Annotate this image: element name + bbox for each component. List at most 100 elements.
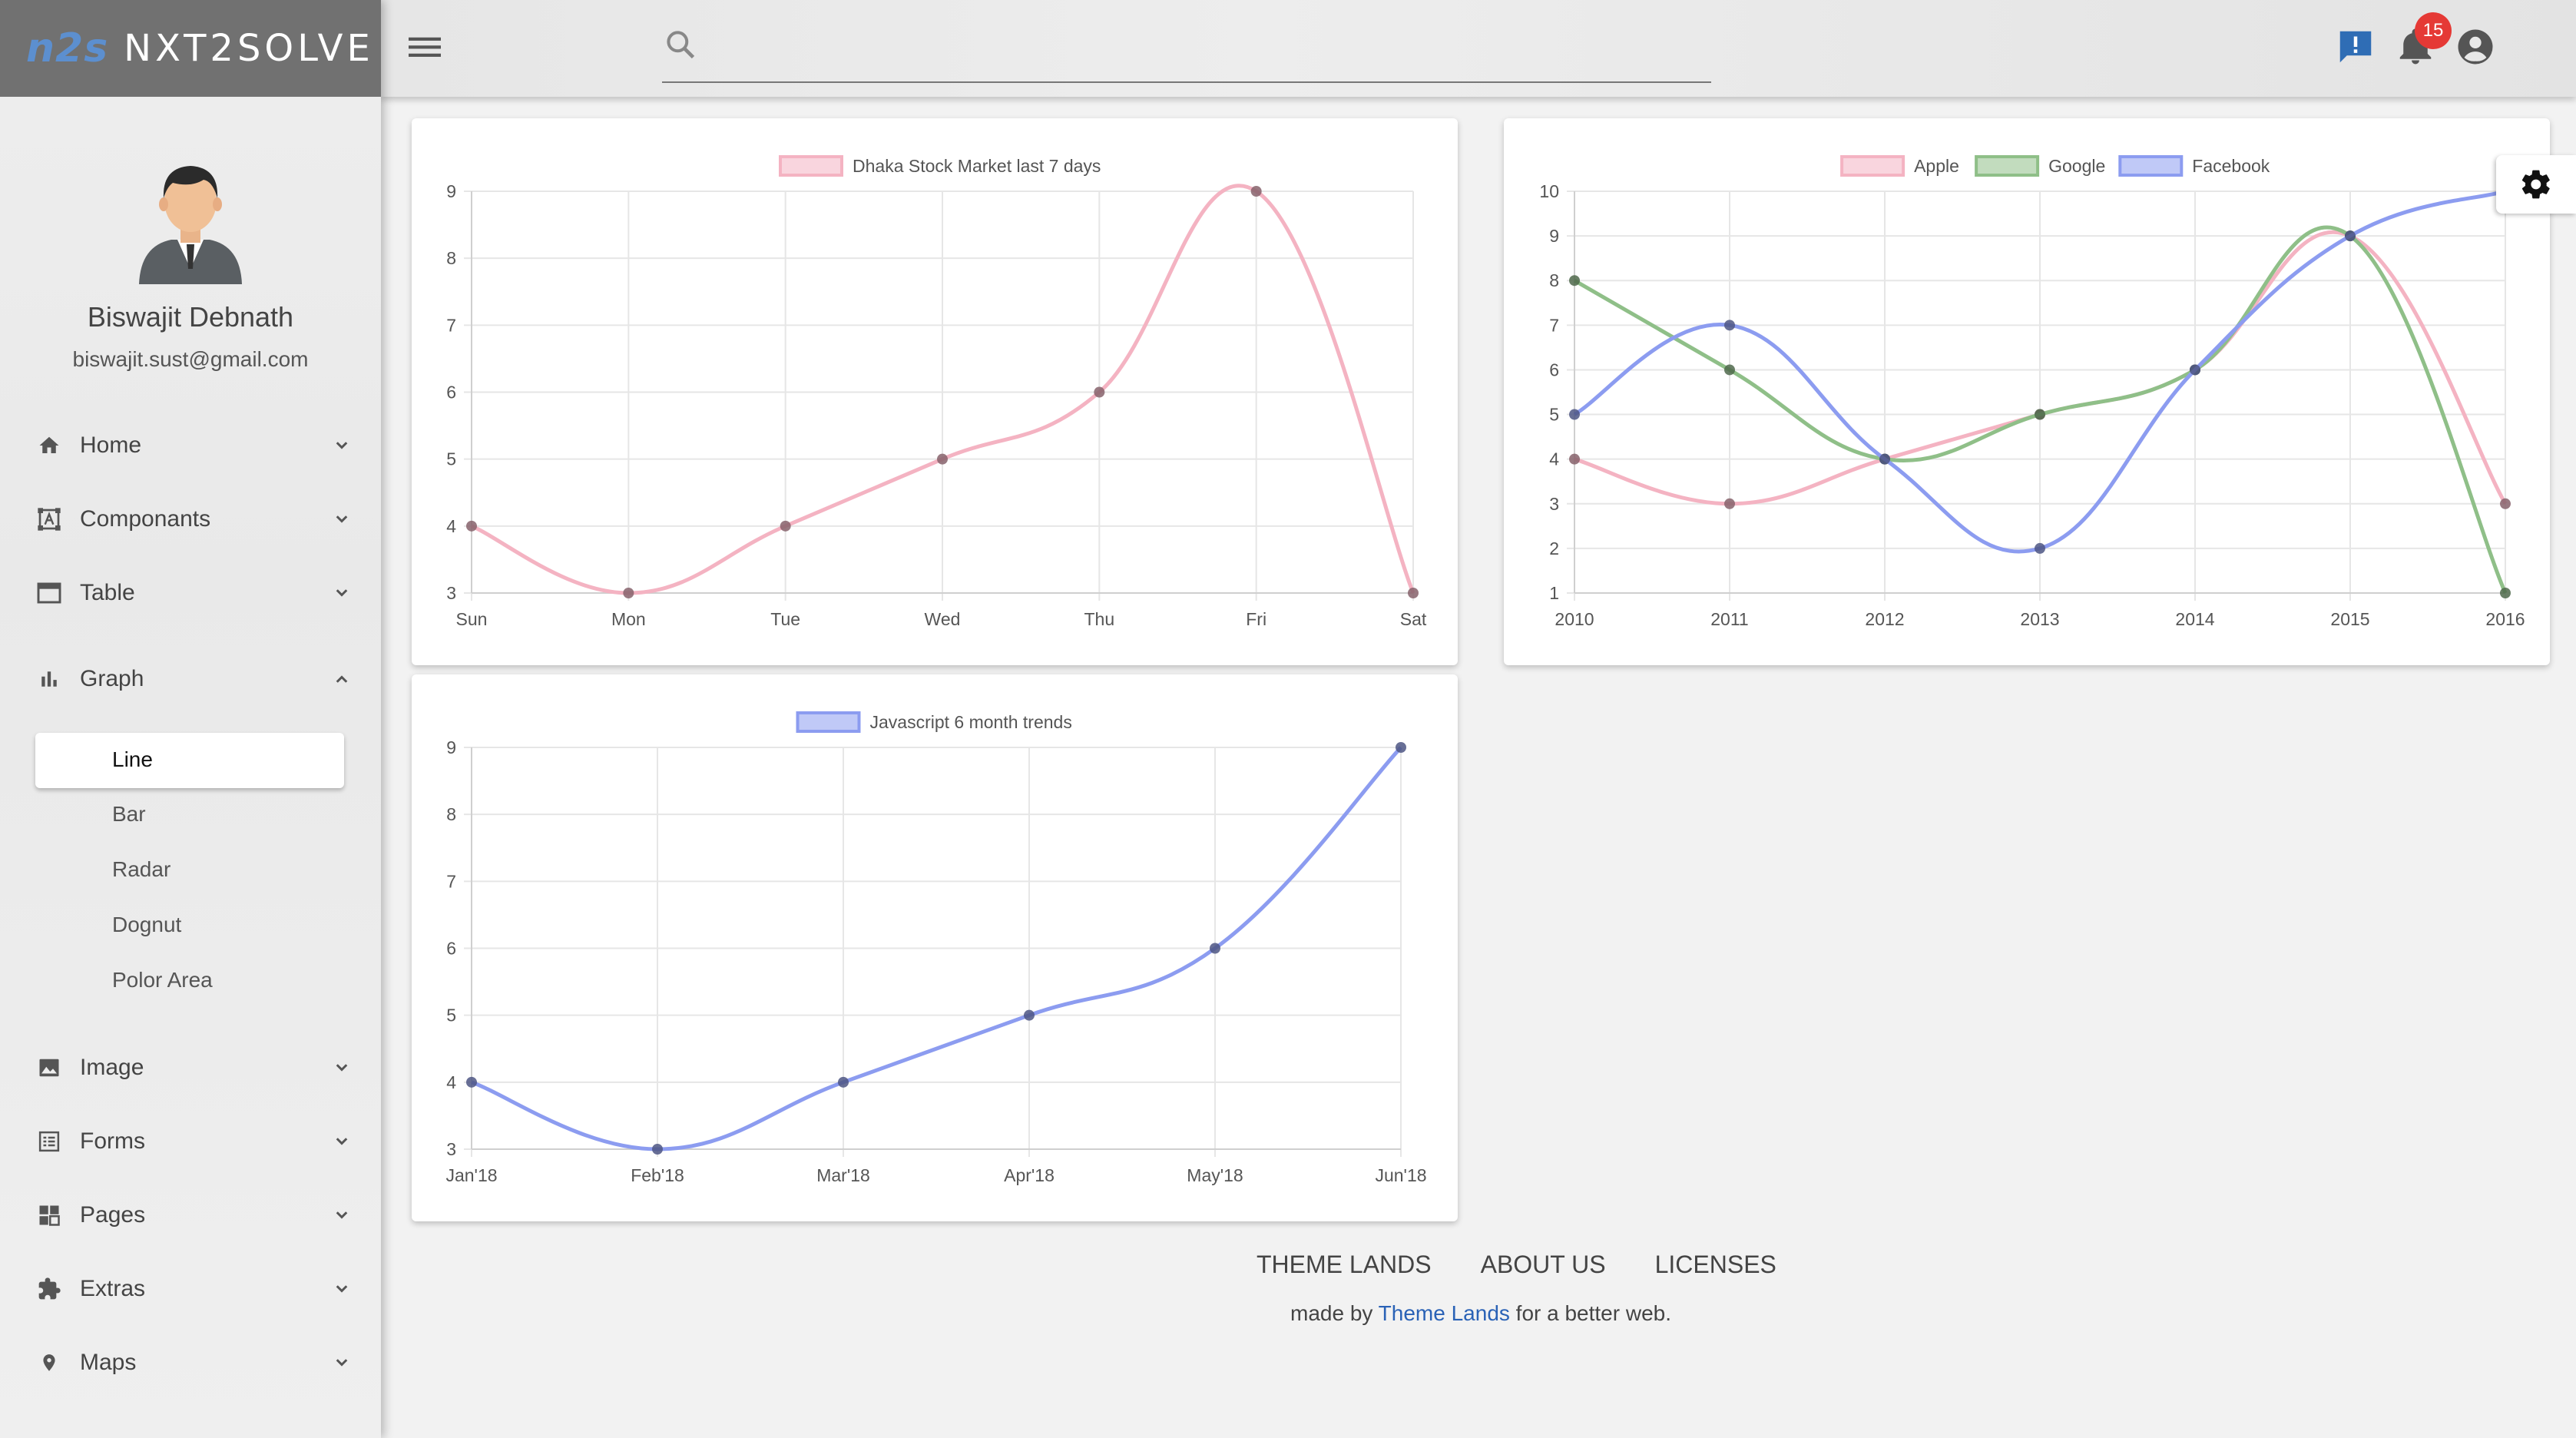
footer-link-licenses[interactable]: LICENSES	[1655, 1251, 1776, 1279]
sidebar-item-graph[interactable]: Graph	[35, 656, 353, 702]
submenu-item-polor-area[interactable]: Polor Area	[112, 968, 213, 992]
x-tick-label: Feb'18	[631, 1165, 684, 1185]
data-point[interactable]	[1569, 453, 1580, 465]
sidebar-item-label: Table	[80, 580, 135, 605]
sidebar-item-image[interactable]: Image	[35, 1045, 353, 1091]
chevron-down-icon	[336, 1285, 348, 1293]
chevron-down-icon	[336, 442, 348, 449]
data-point[interactable]	[2190, 364, 2200, 376]
top-bar	[381, 0, 2576, 97]
x-tick-label: Apr'18	[1004, 1165, 1055, 1185]
brand-logo[interactable]: n2s	[26, 25, 108, 71]
sidebar-item-componants[interactable]: Componants	[35, 496, 353, 542]
data-point[interactable]	[1396, 742, 1406, 753]
data-point[interactable]	[838, 1076, 849, 1088]
user-email: biswajit.sust@gmail.com	[72, 347, 309, 371]
sidebar-item-table[interactable]: Table	[35, 570, 353, 616]
data-point[interactable]	[1569, 409, 1580, 420]
submenu-item-line[interactable]: Line	[35, 733, 344, 788]
chart-card-dhaka-stock: Sun Mon Tue Wed Thu Fri Sat 3 4 5 6 7 8 9 Dhaka Stock …	[412, 118, 1458, 665]
y-tick-label: 3	[446, 1139, 456, 1159]
line-chart-dhaka-stock: Sun Mon Tue Wed Thu Fri Sat 3 4 5 6 7 8 9 Dhaka Stock …	[446, 155, 1427, 629]
sidebar-item-maps[interactable]: Maps	[35, 1340, 353, 1386]
sidebar-item-home[interactable]: Home	[35, 422, 353, 469]
data-point[interactable]	[1879, 453, 1890, 465]
submenu-item-bar[interactable]: Bar	[112, 802, 146, 827]
grid	[464, 191, 1414, 601]
sidebar: n2s NXT2SOLVE Biswajit Debnath biswajit.…	[0, 0, 381, 1438]
data-point[interactable]	[466, 1076, 477, 1088]
feedback-icon[interactable]	[2335, 26, 2376, 68]
data-point[interactable]	[1094, 386, 1105, 398]
brand-name[interactable]: NXT2SOLVE	[124, 27, 374, 70]
sidebar-item-label: Home	[80, 432, 142, 458]
y-tick-label: 5	[446, 449, 456, 469]
x-tick-label: Tue	[770, 609, 800, 629]
user-profile: Biswajit Debnath biswajit.sust@gmail.com	[0, 97, 381, 372]
legend-label[interactable]: Dhaka Stock Market last 7 days	[853, 156, 1101, 176]
bar-chart-icon	[35, 665, 63, 693]
data-point[interactable]	[1724, 364, 1735, 376]
data-point[interactable]	[652, 1144, 663, 1155]
y-tick-label: 4	[446, 516, 456, 536]
data-point[interactable]	[466, 520, 477, 532]
data-point[interactable]	[1250, 186, 1262, 197]
data-point[interactable]	[2345, 230, 2356, 242]
footer-link-theme-lands[interactable]: THEME LANDS	[1257, 1251, 1432, 1279]
x-tick-label: 2013	[2020, 609, 2059, 629]
data-point[interactable]	[937, 453, 948, 465]
sidebar-item-forms[interactable]: Forms	[35, 1118, 353, 1165]
footer-links: THEME LANDS ABOUT US LICENSES	[1257, 1251, 1776, 1279]
legend-swatch[interactable]	[1975, 155, 2040, 177]
legend-swatch[interactable]	[2118, 155, 2184, 177]
legend-swatch[interactable]	[779, 155, 843, 177]
data-point[interactable]	[2500, 498, 2511, 509]
search-input[interactable]	[662, 23, 1711, 83]
data-point[interactable]	[1024, 1009, 1035, 1021]
brand-bar[interactable]: n2s NXT2SOLVE	[0, 0, 381, 97]
account-circle-icon[interactable]	[2455, 26, 2496, 68]
credit-link[interactable]: Theme Lands	[1379, 1301, 1510, 1325]
home-icon	[35, 432, 63, 459]
legend-label[interactable]: Google	[2048, 156, 2105, 176]
data-point[interactable]	[1210, 943, 1220, 954]
y-tick-label: 3	[446, 583, 456, 603]
footer-link-about-us[interactable]: ABOUT US	[1481, 1251, 1606, 1279]
x-tick-label: 2010	[1555, 609, 1594, 629]
data-point[interactable]	[1569, 275, 1580, 287]
settings-button[interactable]	[2496, 155, 2576, 214]
legend-label[interactable]: Apple	[1914, 156, 1959, 176]
x-tick-label: 2011	[1710, 609, 1748, 629]
chevron-down-icon	[336, 1064, 348, 1072]
chevron-down-icon	[336, 1138, 348, 1145]
legend-swatch[interactable]	[1840, 155, 1906, 177]
submenu-item-radar[interactable]: Radar	[112, 857, 171, 882]
y-tick-label: 6	[1549, 360, 1559, 379]
x-tick-label: Sat	[1400, 609, 1427, 629]
submenu-item-dognut[interactable]: Dognut	[112, 913, 181, 937]
x-tick-label: 2016	[2485, 609, 2525, 629]
data-point[interactable]	[2500, 588, 2511, 598]
avatar	[139, 166, 242, 284]
y-tick-label: 9	[446, 737, 456, 757]
sidebar-item-label: Image	[80, 1055, 144, 1080]
legend: Apple Google Facebook	[1840, 155, 2270, 177]
data-point[interactable]	[1724, 498, 1735, 509]
data-point[interactable]	[2035, 409, 2045, 420]
pages-icon	[35, 1201, 63, 1229]
y-tick-label: 7	[1549, 315, 1559, 335]
data-point[interactable]	[1408, 588, 1419, 598]
legend-label[interactable]: Facebook	[2192, 156, 2270, 176]
legend-label[interactable]: Javascript 6 month trends	[870, 712, 1072, 732]
data-point[interactable]	[780, 520, 791, 532]
sidebar-item-extras[interactable]: Extras	[35, 1266, 353, 1312]
data-point[interactable]	[623, 588, 634, 598]
data-point[interactable]	[2035, 542, 2045, 554]
legend-swatch[interactable]	[796, 711, 861, 733]
x-tick-label: Fri	[1246, 609, 1266, 629]
data-point[interactable]	[1724, 320, 1735, 331]
legend: Javascript 6 month trends	[796, 711, 1072, 733]
sidebar-item-pages[interactable]: Pages	[35, 1192, 353, 1238]
menu-icon[interactable]	[409, 33, 441, 61]
y-tick-label: 2	[1549, 538, 1559, 558]
